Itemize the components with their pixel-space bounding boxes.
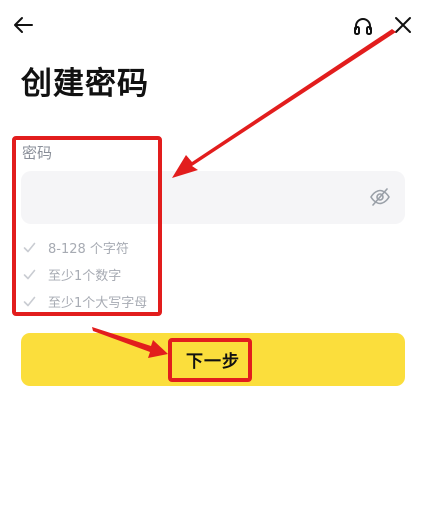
next-button-label: 下一步 bbox=[186, 352, 240, 372]
next-button[interactable]: 下一步 bbox=[21, 333, 405, 386]
requirement-item: 8-128 个字符 bbox=[22, 234, 222, 261]
password-visibility-toggle[interactable] bbox=[369, 186, 391, 208]
back-button[interactable] bbox=[11, 13, 35, 37]
check-icon bbox=[22, 268, 36, 282]
requirement-label: 至少1个大写字母 bbox=[48, 296, 148, 311]
headset-icon bbox=[354, 18, 372, 35]
password-requirements: 8-128 个字符 至少1个数字 至少1个大写字母 bbox=[22, 234, 222, 315]
close-icon bbox=[395, 17, 411, 33]
requirement-label: 8-128 个字符 bbox=[48, 242, 129, 257]
check-icon bbox=[22, 295, 36, 309]
password-field bbox=[21, 171, 405, 224]
annotation-arrow-to-password bbox=[172, 29, 396, 178]
requirement-label: 至少1个数字 bbox=[48, 269, 122, 284]
password-label: 密码 bbox=[22, 144, 53, 162]
requirement-item: 至少1个大写字母 bbox=[22, 288, 222, 315]
create-password-screen: 创建密码 密码 8-128 个字符 至少1个数字 至少1个大写字母 下一步 bbox=[0, 0, 427, 509]
arrow-left-icon bbox=[14, 17, 33, 33]
eye-off-icon bbox=[370, 188, 390, 206]
close-button[interactable] bbox=[391, 13, 415, 37]
requirement-item: 至少1个数字 bbox=[22, 261, 222, 288]
check-icon bbox=[22, 241, 36, 255]
page-title: 创建密码 bbox=[21, 66, 149, 102]
support-button[interactable] bbox=[351, 14, 375, 38]
password-input[interactable] bbox=[21, 171, 361, 224]
